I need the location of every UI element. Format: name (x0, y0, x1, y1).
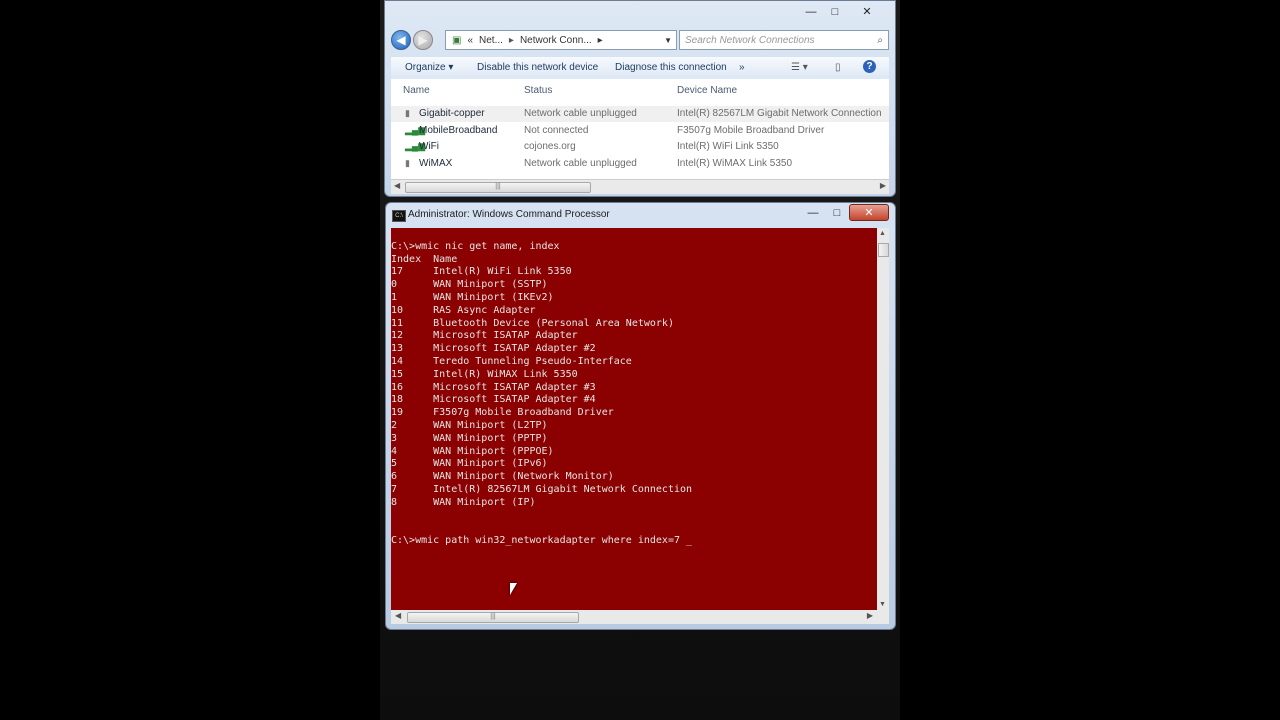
navigation-bar: ◀ ▶ ▣ « Net... ▸ Network Conn... ▸ ▼ ⟳ S… (391, 29, 889, 53)
command-bar: Organize ▾ Disable this network device D… (391, 57, 889, 80)
preview-pane-icon[interactable]: ▯ (835, 62, 841, 73)
column-header-device-name[interactable]: Device Name (677, 85, 737, 96)
ethernet-adapter-icon: ▮ (405, 158, 410, 168)
connection-status: Network cable unplugged (524, 108, 637, 119)
console-line: 16 Microsoft ISATAP Adapter #3 (391, 381, 596, 393)
explorer-window-controls: — □ ✕ (799, 3, 887, 20)
maximize-button[interactable]: □ (825, 204, 849, 221)
vertical-scrollbar[interactable]: ▲ ▼ (877, 228, 889, 610)
console-line: Index Name (391, 253, 458, 265)
command-prompt-window: C:\ Administrator: Windows Command Proce… (385, 202, 896, 630)
console-line: C:\>wmic nic get name, index (391, 240, 560, 252)
connection-status: Network cable unplugged (524, 158, 637, 169)
breadcrumb-overflow[interactable]: « (467, 35, 473, 46)
back-arrow-icon: ◀ (396, 33, 406, 47)
change-view-icon[interactable]: ☰ ▾ (791, 62, 808, 73)
console-line: 15 Intel(R) WiMAX Link 5350 (391, 368, 578, 380)
breadcrumb-network-connections[interactable]: Network Conn... (520, 35, 592, 46)
column-header-name[interactable]: Name (403, 85, 430, 96)
breadcrumb-network[interactable]: Net... (479, 35, 503, 46)
horizontal-scrollbar[interactable]: ◀ ||| ▶ (391, 179, 889, 194)
disable-device-button[interactable]: Disable this network device (477, 62, 598, 73)
list-item[interactable]: ▂▄▆ WiFi cojones.org Intel(R) WiFi Link … (391, 139, 889, 155)
network-folder-icon: ▣ (452, 34, 462, 46)
close-button[interactable]: ✕ (849, 204, 889, 221)
cmd-window-controls: — □ ✕ (801, 204, 889, 221)
signal-bars-icon: ▂▄▆ (405, 141, 426, 151)
scroll-left-icon[interactable]: ◀ (395, 611, 401, 620)
mouse-pointer-icon (510, 583, 524, 595)
forward-arrow-icon: ▶ (418, 33, 428, 47)
breadcrumb-separator: ▸ (508, 34, 514, 46)
console-line: 12 Microsoft ISATAP Adapter (391, 330, 578, 342)
console-output[interactable]: C:\>wmic nic get name, index Index Name … (391, 228, 877, 610)
window-title: Administrator: Windows Command Processor (408, 209, 610, 220)
connection-device: F3507g Mobile Broadband Driver (677, 125, 825, 136)
signal-bars-icon: ▂▄▆ (405, 125, 426, 135)
scroll-left-icon[interactable]: ◀ (394, 181, 400, 190)
list-item[interactable]: ▂▄▆ MobileBroadband Not connected F3507g… (391, 123, 889, 139)
connection-device: Intel(R) WiFi Link 5350 (677, 141, 779, 152)
connection-name: MobileBroadband (419, 125, 498, 136)
help-icon[interactable]: ? (863, 60, 876, 73)
scroll-right-icon[interactable]: ▶ (880, 181, 886, 190)
connection-name: Gigabit-copper (419, 108, 485, 119)
console-icon: C:\ (392, 210, 406, 222)
back-button[interactable]: ◀ (391, 30, 411, 50)
search-icon[interactable]: ⌕ (877, 35, 883, 46)
list-item[interactable]: ▮ Gigabit-copper Network cable unplugged… (391, 106, 889, 122)
scrollbar-thumb[interactable]: ||| (407, 612, 579, 623)
connection-name: WiMAX (419, 158, 453, 169)
console-line: 3 WAN Miniport (PPTP) (391, 432, 548, 444)
maximize-button[interactable]: □ (823, 3, 847, 20)
column-header-status[interactable]: Status (524, 85, 552, 96)
connection-status: cojones.org (524, 141, 576, 152)
scrollbar-thumb[interactable]: ||| (405, 182, 591, 193)
console-line: 6 WAN Miniport (Network Monitor) (391, 471, 614, 483)
search-placeholder: Search Network Connections (685, 34, 815, 46)
scroll-right-icon[interactable]: ▶ (867, 611, 873, 620)
minimize-button[interactable]: — (801, 204, 825, 221)
console-line: 4 WAN Miniport (PPPOE) (391, 445, 554, 457)
ethernet-adapter-icon: ▮ (405, 108, 410, 118)
scroll-up-icon[interactable]: ▲ (879, 230, 886, 237)
console-line: 19 F3507g Mobile Broadband Driver (391, 407, 614, 419)
console-line: 0 WAN Miniport (SSTP) (391, 279, 548, 291)
console-line: 5 WAN Miniport (IPv6) (391, 458, 548, 470)
console-line: 1 WAN Miniport (IKEv2) (391, 291, 554, 303)
console-line: 18 Microsoft ISATAP Adapter #4 (391, 394, 596, 406)
console-line: 11 Bluetooth Device (Personal Area Netwo… (391, 317, 674, 329)
close-button[interactable]: ✕ (847, 3, 887, 20)
connections-list: Name Status Device Name ▮ Gigabit-copper… (391, 79, 889, 179)
console-line: 2 WAN Miniport (L2TP) (391, 419, 548, 431)
list-item[interactable]: ▮ WiMAX Network cable unplugged Intel(R)… (391, 156, 889, 172)
organize-button[interactable]: Organize ▾ (405, 62, 453, 73)
connection-device: Intel(R) 82567LM Gigabit Network Connect… (677, 108, 882, 119)
scrollbar-thumb[interactable] (878, 243, 889, 257)
diagnose-connection-button[interactable]: Diagnose this connection (615, 62, 727, 73)
console-text: C:\>wmic nic get name, index Index Name … (391, 228, 877, 548)
console-line: 14 Teredo Tunneling Pseudo-Interface (391, 355, 632, 367)
minimize-button[interactable]: — (799, 3, 823, 20)
console-line: 17 Intel(R) WiFi Link 5350 (391, 266, 572, 278)
scroll-down-icon[interactable]: ▼ (879, 601, 886, 608)
connection-name: WiFi (419, 141, 439, 152)
more-commands-button[interactable]: » (739, 62, 745, 73)
forward-button[interactable]: ▶ (413, 30, 433, 50)
search-input[interactable]: Search Network Connections ⌕ (679, 30, 889, 50)
console-line: 13 Microsoft ISATAP Adapter #2 (391, 343, 596, 355)
console-line: 7 Intel(R) 82567LM Gigabit Network Conne… (391, 483, 693, 495)
horizontal-scrollbar[interactable]: ◀ ||| ▶ (391, 610, 889, 624)
network-connections-window: — □ ✕ ◀ ▶ ▣ « Net... ▸ Network Conn... ▸… (384, 0, 896, 197)
connection-device: Intel(R) WiMAX Link 5350 (677, 158, 793, 169)
breadcrumb-chevron[interactable]: ▸ (598, 35, 603, 46)
console-line: 8 WAN Miniport (IP) (391, 496, 536, 508)
console-line: 10 RAS Async Adapter (391, 304, 536, 316)
address-dropdown-icon[interactable]: ▼ (664, 36, 672, 45)
address-bar[interactable]: ▣ « Net... ▸ Network Conn... ▸ ▼ (445, 30, 677, 50)
connection-status: Not connected (524, 125, 589, 136)
console-line: C:\>wmic path win32_networkadapter where… (391, 535, 693, 547)
